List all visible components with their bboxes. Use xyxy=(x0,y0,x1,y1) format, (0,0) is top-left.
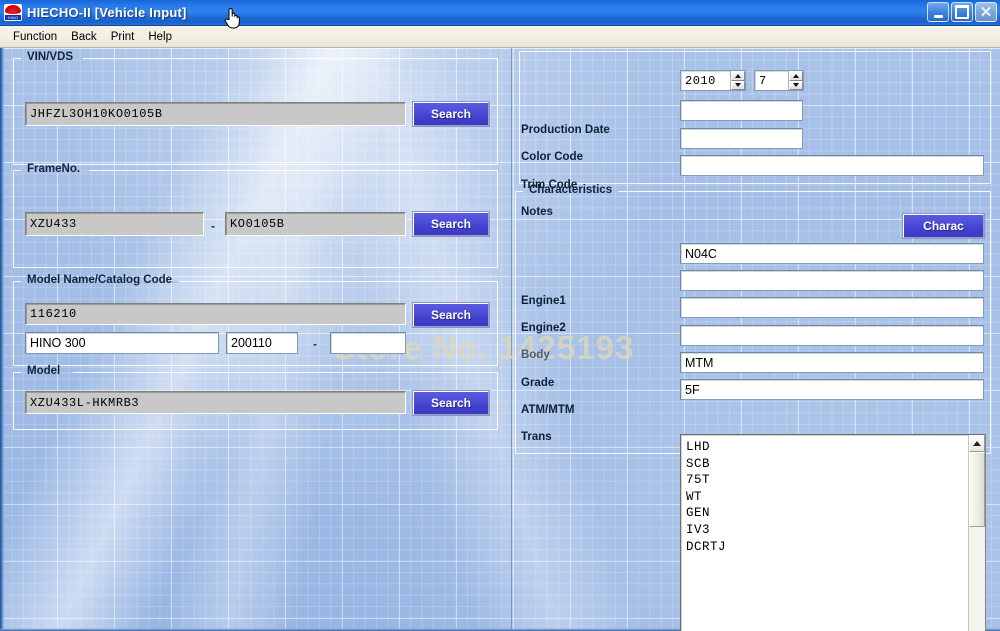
model-input[interactable]: XZU433L-HKMRB3 xyxy=(25,391,406,414)
catalog-code-input[interactable]: 116210 xyxy=(25,303,406,325)
engine1-input[interactable]: N04C xyxy=(680,243,984,264)
group-legend-frame-no: FrameNo. xyxy=(27,163,81,175)
hino-logo-icon: HINO xyxy=(4,4,22,21)
frame-no-search-button[interactable]: Search xyxy=(413,212,489,236)
production-year-up-icon[interactable] xyxy=(731,71,745,81)
color-code-input[interactable] xyxy=(680,100,803,121)
vin-vds-search-button[interactable]: Search xyxy=(413,102,489,126)
group-legend-characteristics: Characteristics xyxy=(529,184,613,196)
model-name-search-button[interactable]: Search xyxy=(413,303,489,327)
list-item[interactable]: SCB xyxy=(686,456,968,473)
minimize-button[interactable] xyxy=(927,2,949,22)
logo-icon-text: HINO xyxy=(5,15,21,20)
scroll-up-arrow-icon[interactable] xyxy=(969,435,985,452)
production-month-value: 7 xyxy=(759,73,767,88)
engine2-input[interactable] xyxy=(680,270,984,291)
list-item[interactable]: 75T xyxy=(686,472,968,489)
label-color-code: Color Code xyxy=(521,151,583,163)
catalog-code-from-input[interactable]: 200110 xyxy=(226,332,298,354)
group-legend-vin-vds: VIN/VDS xyxy=(27,51,74,63)
maximize-button[interactable] xyxy=(951,2,973,22)
close-button[interactable]: ✕ xyxy=(975,2,997,22)
production-month-stepper[interactable]: 7 xyxy=(754,70,804,91)
menu-item-function[interactable]: Function xyxy=(6,29,64,45)
production-year-down-icon[interactable] xyxy=(731,80,745,90)
list-item[interactable]: WT xyxy=(686,489,968,506)
menu-bar: Function Back Print Help xyxy=(0,26,1000,48)
list-item[interactable]: LHD xyxy=(686,439,968,456)
group-legend-model-name-catalog: Model Name/Catalog Code xyxy=(27,274,173,286)
body-input[interactable] xyxy=(680,297,984,318)
production-year-value: 2010 xyxy=(685,73,716,88)
left-edge-shadow xyxy=(0,48,4,631)
trim-code-input[interactable] xyxy=(680,128,803,149)
atm-mtm-input[interactable]: MTM xyxy=(680,352,984,373)
list-item[interactable]: GEN xyxy=(686,505,968,522)
notes-input[interactable] xyxy=(680,155,984,176)
menu-item-help[interactable]: Help xyxy=(141,29,179,45)
charac-button[interactable]: Charac xyxy=(903,214,984,238)
production-month-up-icon[interactable] xyxy=(789,71,803,81)
label-body: Body xyxy=(521,349,550,361)
label-engine1: Engine1 xyxy=(521,295,566,307)
menu-item-print[interactable]: Print xyxy=(104,29,142,45)
label-production-date: Production Date xyxy=(521,124,610,136)
label-engine2: Engine2 xyxy=(521,322,566,334)
model-name-input[interactable]: HINO 300 xyxy=(25,332,219,354)
title-bar: HINO HIECHO-II [Vehicle Input] ✕ xyxy=(0,0,1000,26)
label-atm-mtm: ATM/MTM xyxy=(521,404,575,416)
application-window: HINO HIECHO-II [Vehicle Input] ✕ Functio… xyxy=(0,0,1000,631)
frame-no-suffix-input[interactable]: KO0105B xyxy=(225,212,406,236)
model-search-button[interactable]: Search xyxy=(413,391,489,415)
list-item[interactable]: DCRTJ xyxy=(686,539,968,556)
frame-no-prefix-input[interactable]: XZU433 xyxy=(25,212,204,236)
grade-input[interactable] xyxy=(680,325,984,346)
scrollbar-track[interactable] xyxy=(969,527,985,631)
client-area: Store No. 1425193 VIN/VDS JHFZL3OH10KO01… xyxy=(0,48,1000,631)
trans-input[interactable]: 5F xyxy=(680,379,984,400)
label-trans: Trans xyxy=(521,431,552,443)
window-controls: ✕ xyxy=(927,2,997,22)
frame-no-separator: - xyxy=(211,219,215,233)
scrollbar-thumb[interactable] xyxy=(969,452,985,527)
option-list-box[interactable]: LHD SCB 75T WT GEN IV3 DCRTJ xyxy=(680,434,986,631)
group-legend-model: Model xyxy=(27,365,61,377)
option-list-scrollbar[interactable] xyxy=(968,435,985,631)
panel-divider xyxy=(511,48,512,631)
production-month-down-icon[interactable] xyxy=(789,80,803,90)
menu-item-back[interactable]: Back xyxy=(64,29,104,45)
list-item[interactable]: IV3 xyxy=(686,522,968,539)
catalog-code-to-input[interactable] xyxy=(330,332,406,354)
window-title: HIECHO-II [Vehicle Input] xyxy=(27,5,187,20)
catalog-code-separator: - xyxy=(313,337,317,351)
label-grade: Grade xyxy=(521,377,555,389)
production-year-stepper[interactable]: 2010 xyxy=(680,70,746,91)
vin-vds-input[interactable]: JHFZL3OH10KO0105B xyxy=(25,102,406,126)
option-list-items: LHD SCB 75T WT GEN IV3 DCRTJ xyxy=(681,435,968,631)
